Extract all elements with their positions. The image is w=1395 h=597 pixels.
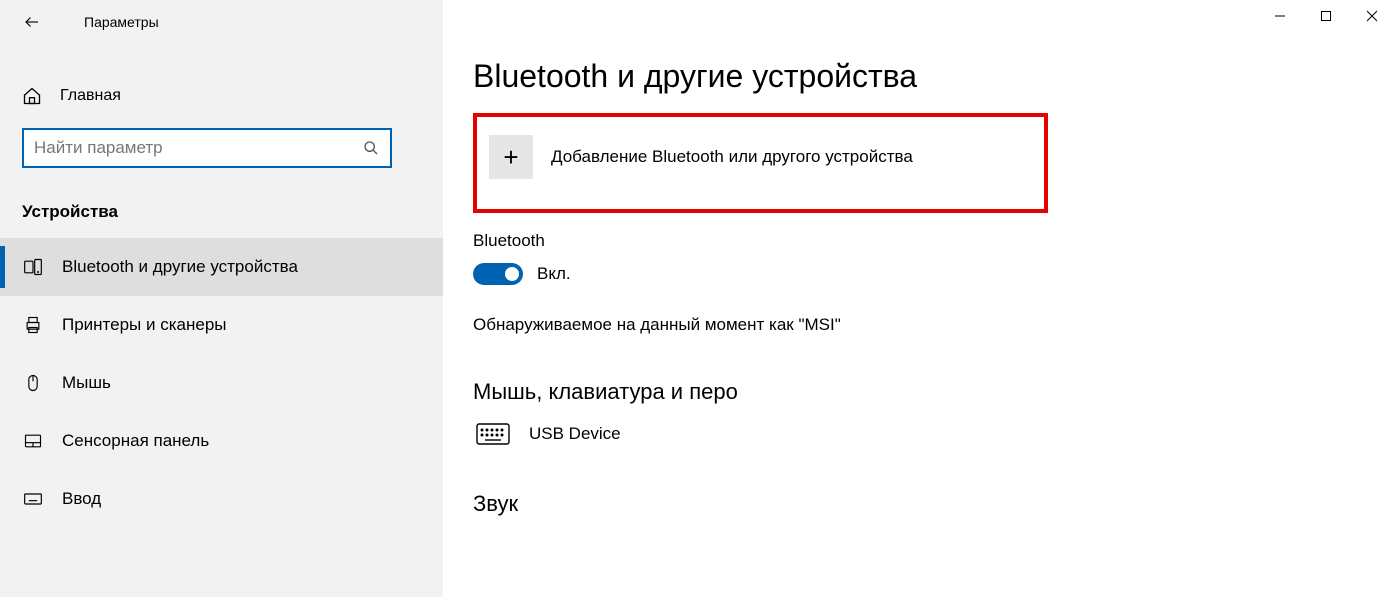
printer-icon [22,315,44,335]
sidebar-item-label: Сенсорная панель [62,431,209,451]
search-wrap [22,128,421,168]
back-button[interactable] [10,0,54,44]
plus-icon: + [489,135,533,179]
devices-icon [22,257,44,277]
sidebar-item-typing[interactable]: Ввод [0,470,443,528]
arrow-left-icon [23,13,41,31]
sidebar-item-printers[interactable]: Принтеры и сканеры [0,296,443,354]
search-icon [362,140,380,156]
app-title: Параметры [84,14,159,30]
sidebar-item-label: Принтеры и сканеры [62,315,227,335]
search-input[interactable] [34,138,362,158]
bluetooth-toggle-row: Вкл. [473,263,1395,285]
sidebar-item-label: Мышь [62,373,111,393]
bluetooth-toggle[interactable] [473,263,523,285]
sidebar-section-title: Устройства [22,202,443,222]
minimize-icon [1274,10,1286,22]
home-nav[interactable]: Главная [0,76,443,116]
bluetooth-toggle-state: Вкл. [537,264,571,284]
home-icon [22,86,42,106]
sidebar-item-mouse[interactable]: Мышь [0,354,443,412]
close-icon [1366,10,1378,22]
mouse-icon [22,373,44,393]
home-label: Главная [60,87,121,105]
main-content: Bluetooth и другие устройства + Добавлен… [443,0,1395,597]
search-box[interactable] [22,128,392,168]
device-usb[interactable]: USB Device [473,423,1395,445]
sidebar-item-label: Bluetooth и другие устройства [62,257,298,277]
maximize-icon [1320,10,1332,22]
sidebar-item-touchpad[interactable]: Сенсорная панель [0,412,443,470]
maximize-button[interactable] [1303,0,1349,32]
touchpad-icon [22,431,44,451]
bluetooth-subtitle: Bluetooth [473,231,1395,251]
keyboard-device-icon [473,423,513,445]
add-device-button[interactable]: + Добавление Bluetooth или другого устро… [489,135,1032,179]
close-button[interactable] [1349,0,1395,32]
page-title: Bluetooth и другие устройства [473,58,1395,95]
section-sound: Звук [473,491,1395,517]
add-device-highlight: + Добавление Bluetooth или другого устро… [473,113,1048,213]
keyboard-icon [22,489,44,509]
sidebar-header: Параметры [0,0,443,44]
nav-list: Bluetooth и другие устройства Принтеры и… [0,238,443,528]
add-device-label: Добавление Bluetooth или другого устройс… [551,147,913,167]
minimize-button[interactable] [1257,0,1303,32]
sidebar: Параметры Главная Устройства Bluetooth и… [0,0,443,597]
device-label: USB Device [529,424,621,444]
sidebar-item-label: Ввод [62,489,101,509]
window-controls [1257,0,1395,32]
section-mouse-keyboard: Мышь, клавиатура и перо [473,379,1395,405]
sidebar-item-bluetooth[interactable]: Bluetooth и другие устройства [0,238,443,296]
discoverable-text: Обнаруживаемое на данный момент как "MSI… [473,315,1395,335]
